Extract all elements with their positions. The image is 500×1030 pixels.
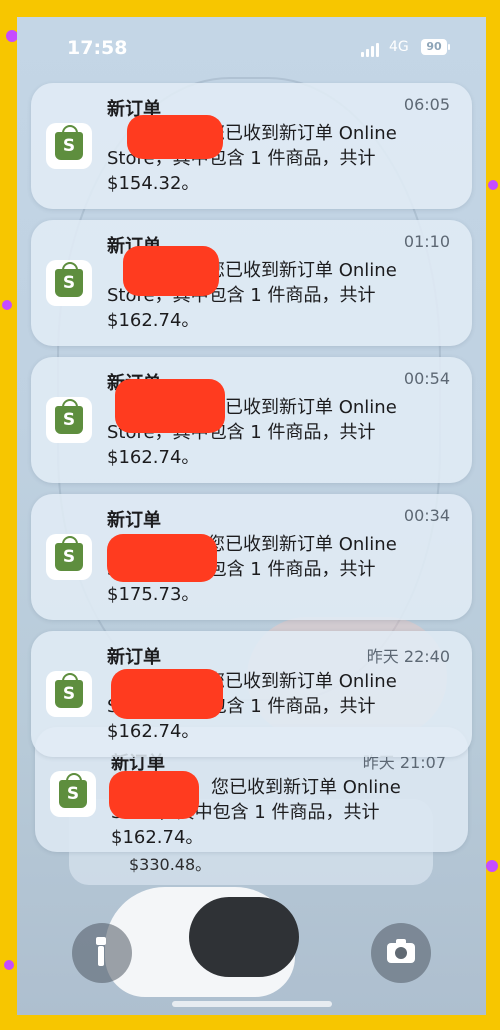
- shopify-bag-icon: S: [59, 773, 87, 808]
- flashlight-button[interactable]: [72, 923, 132, 983]
- notification-time: 00:54: [403, 369, 450, 388]
- signal-icon: [361, 43, 381, 57]
- notification-line: $154.32。: [107, 173, 200, 194]
- stacked-notification-amount: $330.48。: [129, 855, 212, 874]
- redaction-mark: [107, 534, 217, 582]
- notification-line: $162.74。: [107, 447, 200, 468]
- camera-icon: [387, 939, 415, 963]
- notification-card[interactable]: S 新订单 00:54 您已收到新订单 Online Store，其中包含 1 …: [31, 357, 472, 483]
- shopify-bag-icon: S: [55, 399, 83, 434]
- redaction-mark: [127, 115, 223, 159]
- frame-dot: [2, 300, 12, 310]
- notification-time: 00:34: [403, 506, 450, 525]
- redaction-mark: [109, 771, 199, 819]
- notification-card[interactable]: S 新订单 00:34 您已收到新订单 Online Store，其中包含 1 …: [31, 494, 472, 620]
- redaction-mark: [123, 246, 219, 296]
- notification-line: $175.73。: [107, 584, 200, 605]
- battery-icon: 90: [421, 39, 447, 55]
- battery-tip: [448, 44, 450, 50]
- wallpaper-panda-arm: [189, 897, 299, 977]
- shopify-bag-icon: S: [55, 125, 83, 160]
- app-icon-container: S: [46, 397, 92, 443]
- frame-dot: [4, 960, 14, 970]
- notification-title: 新订单: [107, 510, 161, 531]
- home-indicator[interactable]: [172, 1001, 332, 1007]
- status-bar: 17:58 4G 90: [17, 17, 486, 77]
- notification-card[interactable]: S 新订单 01:10 您已收到新订单 Online Store，其中包含 1 …: [31, 220, 472, 346]
- app-icon-container: S: [46, 123, 92, 169]
- frame-dot: [488, 180, 498, 190]
- notification-time: 06:05: [403, 95, 450, 114]
- shopify-bag-icon: S: [55, 536, 83, 571]
- flashlight-icon: [96, 937, 106, 967]
- notification-title: 新订单: [107, 647, 161, 668]
- shopify-bag-icon: S: [55, 262, 83, 297]
- notification-line: $162.74。: [107, 310, 200, 331]
- notification-card[interactable]: S 新订单 昨天 22:40 您已收到新订单 Online Store，其中包含…: [31, 631, 472, 757]
- camera-button[interactable]: [371, 923, 431, 983]
- app-icon-container: S: [46, 534, 92, 580]
- shopify-bag-icon: S: [55, 673, 83, 708]
- notification-time: 昨天 22:40: [366, 647, 450, 666]
- notification-line: $162.74。: [107, 721, 200, 742]
- lock-screen: 17:58 4G 90 $330.48。 S 新订单 昨天 21:07 您已收到…: [17, 17, 486, 1015]
- network-type: 4G: [389, 39, 409, 55]
- notification-time: 01:10: [403, 232, 450, 251]
- app-icon-container: S: [46, 671, 92, 717]
- app-icon-container: S: [50, 771, 96, 817]
- clock-time: 17:58: [67, 37, 128, 59]
- notification-line: $162.74。: [111, 827, 204, 848]
- frame-dot: [486, 860, 498, 872]
- redaction-mark: [111, 669, 223, 719]
- app-icon-container: S: [46, 260, 92, 306]
- redaction-mark: [115, 379, 225, 433]
- notification-card[interactable]: S 新订单 06:05 您已收到新订单 Online Store，其中包含 1 …: [31, 83, 472, 209]
